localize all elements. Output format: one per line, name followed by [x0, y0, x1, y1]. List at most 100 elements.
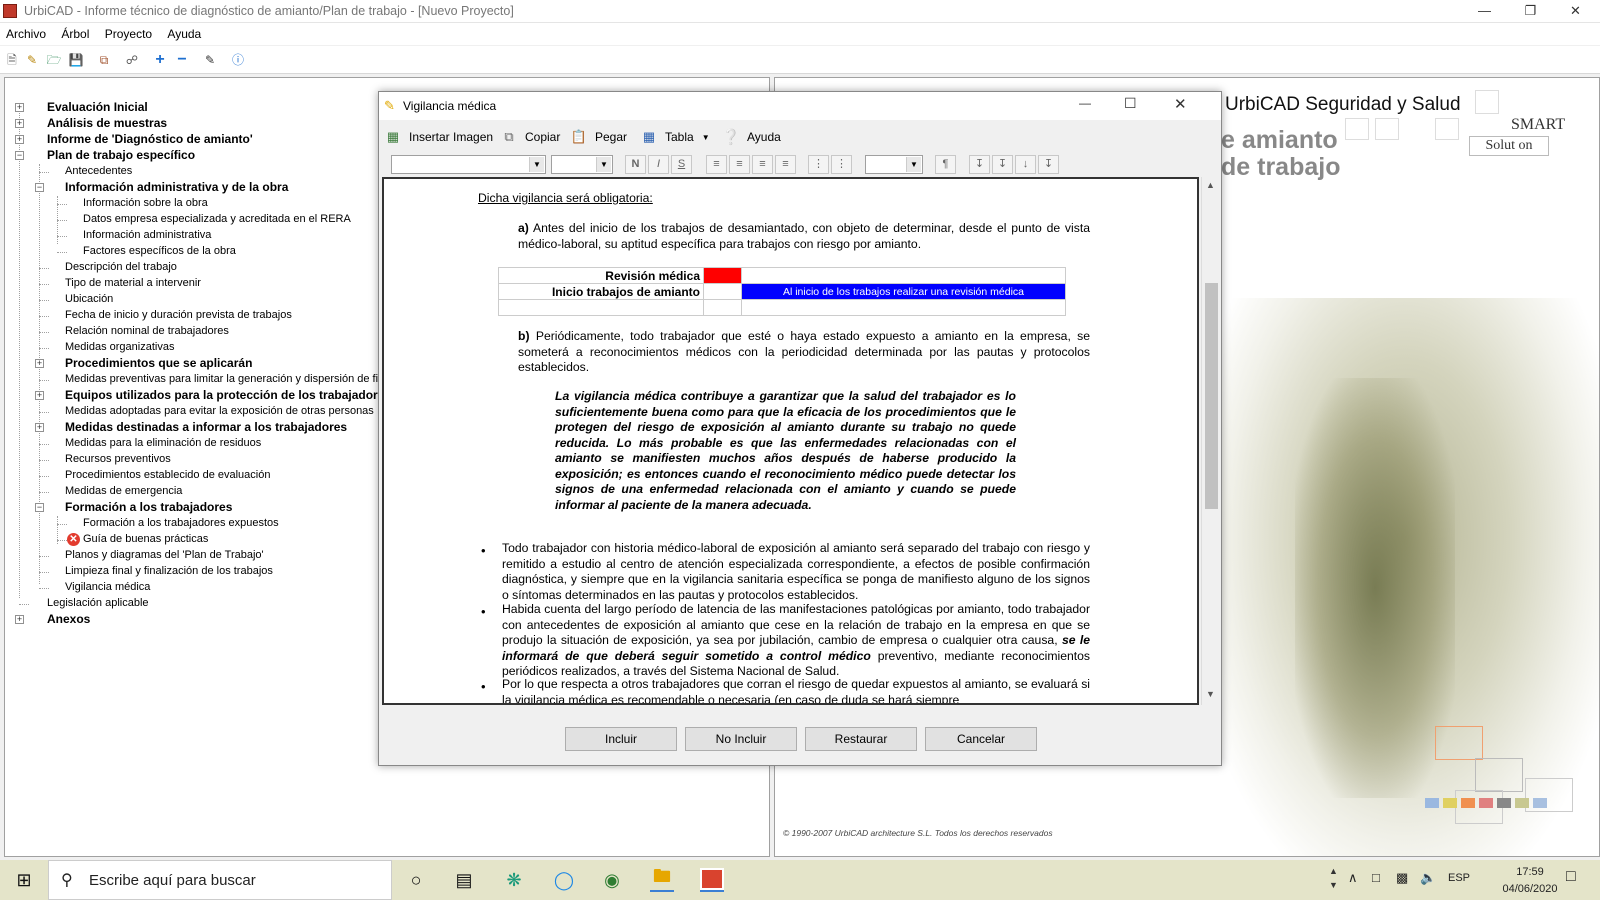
outdent-icon[interactable]: ↧	[992, 155, 1013, 174]
tree-expander[interactable]: −	[35, 183, 44, 192]
task-view-icon[interactable]: ▤	[452, 868, 476, 892]
language-indicator[interactable]: ESP	[1448, 872, 1470, 884]
italic-button[interactable]: I	[648, 155, 669, 174]
tree-expander[interactable]: +	[15, 135, 24, 144]
chevron-up-icon[interactable]: ∧	[1348, 870, 1358, 886]
save-icon[interactable]: 💾	[68, 52, 84, 68]
tree-expander[interactable]: +	[35, 359, 44, 368]
bullet-list-icon[interactable]: ⋮	[808, 155, 829, 174]
justify-icon[interactable]: ≡	[775, 155, 796, 174]
tree-expander[interactable]: +	[15, 119, 24, 128]
tree-item[interactable]: Procedimientos establecido de evaluación	[65, 468, 270, 482]
tree-item[interactable]: Evaluación Inicial	[47, 100, 148, 114]
scroll-thumb[interactable]	[1205, 283, 1218, 509]
underline-button[interactable]: S	[671, 155, 692, 174]
expand-icon[interactable]: +	[152, 52, 168, 68]
style-select[interactable]: ▼	[865, 155, 923, 174]
edit-doc-icon[interactable]: ✎	[202, 52, 218, 68]
scroll-down-icon[interactable]: ▼	[1206, 689, 1215, 699]
tree-item[interactable]: Formación a los trabajadores	[65, 500, 232, 514]
volume-icon[interactable]: 🔈	[1420, 870, 1436, 886]
tree-item[interactable]: Ubicación	[65, 292, 113, 306]
tree-item[interactable]: Información sobre la obra	[83, 196, 208, 210]
tree-item[interactable]: Procedimientos que se aplicarán	[65, 356, 252, 370]
document-editor[interactable]: Dicha vigilancia será obligatoria: a) An…	[382, 177, 1199, 705]
notifications-icon[interactable]: □	[1566, 868, 1576, 886]
align-left-icon[interactable]: ≡	[706, 155, 727, 174]
scroll-up-icon[interactable]: ▲	[1206, 180, 1215, 190]
bold-button[interactable]: N	[625, 155, 646, 174]
menu-ayuda[interactable]: Ayuda	[161, 23, 207, 41]
paste-button[interactable]: 📋 Pegar	[569, 126, 627, 148]
wizard-icon[interactable]: ✎	[24, 52, 40, 68]
tree-item[interactable]: Medidas preventivas para limitar la gene…	[65, 372, 399, 386]
copy-icon[interactable]: ⧉	[96, 52, 112, 68]
align-center-icon[interactable]: ≡	[729, 155, 750, 174]
tree-item[interactable]: Medidas de emergencia	[65, 484, 182, 498]
collapse-icon[interactable]: −	[174, 52, 190, 68]
tree-item[interactable]: Planos y diagramas del 'Plan de Trabajo'	[65, 548, 264, 562]
tree-expander[interactable]: +	[15, 615, 24, 624]
dialog-maximize-button[interactable]: ☐	[1124, 95, 1137, 112]
tree-item[interactable]: Medidas destinadas a informar a los trab…	[65, 420, 347, 434]
document-scrollbar[interactable]: ▲ ▼	[1201, 177, 1220, 705]
tree-item[interactable]: Factores específicos de la obra	[83, 244, 236, 258]
help-button[interactable]: ❔ Ayuda	[721, 126, 781, 148]
tree-item[interactable]: Medidas organizativas	[65, 340, 174, 354]
tree-item[interactable]: Anexos	[47, 612, 90, 626]
exclude-button[interactable]: No Incluir	[685, 727, 797, 751]
monitor-icon[interactable]: ▩	[1396, 870, 1408, 886]
tree-item[interactable]: Medidas para la eliminación de residuos	[65, 436, 261, 450]
restore-button[interactable]: ❐	[1508, 0, 1553, 23]
paragraph-icon[interactable]: ¶	[935, 155, 956, 174]
urbicad-taskbar-icon[interactable]	[700, 868, 724, 892]
font-size-select[interactable]: ▼	[551, 155, 613, 174]
menu-arbol[interactable]: Árbol	[55, 23, 95, 41]
taskbar-search[interactable]: ⚲ Escribe aquí para buscar	[48, 860, 392, 900]
tree-item[interactable]: Formación a los trabajadores expuestos	[83, 516, 279, 530]
tree-item[interactable]: Información administrativa y de la obra	[65, 180, 288, 194]
tree-item[interactable]: Descripción del trabajo	[65, 260, 177, 274]
tree-item[interactable]: Limpieza final y finalización de los tra…	[65, 564, 273, 578]
tree-item[interactable]: Antecedentes	[65, 164, 132, 178]
new-file-icon[interactable]: 🗎	[4, 52, 20, 68]
minimize-button[interactable]: —	[1462, 0, 1507, 23]
tree-item[interactable]: Relación nominal de trabajadores	[65, 324, 229, 338]
table-button[interactable]: ▦ Tabla ▼	[639, 126, 710, 148]
cancel-button[interactable]: Cancelar	[925, 727, 1037, 751]
tray-scroll[interactable]: ▲ ▼	[1329, 864, 1338, 892]
app-globe-icon[interactable]: ◉	[600, 868, 624, 892]
windows-start-icon[interactable]: ⊞	[12, 868, 36, 892]
tree-item[interactable]: Información administrativa	[83, 228, 211, 242]
tree-item[interactable]: Tipo de material a intervenir	[65, 276, 201, 290]
tree-item[interactable]: Medidas adoptadas para evitar la exposic…	[65, 404, 374, 418]
tree-expander[interactable]: −	[15, 151, 24, 160]
indent-icon[interactable]: ↧	[969, 155, 990, 174]
align-right-icon[interactable]: ≡	[752, 155, 773, 174]
tree-item[interactable]: Análisis de muestras	[47, 116, 167, 130]
app-star-icon[interactable]: ❋	[502, 868, 526, 892]
insert-image-button[interactable]: ▦ Insertar Imagen	[383, 126, 493, 148]
tree-item[interactable]: Informe de 'Diagnóstico de amianto'	[47, 132, 253, 146]
file-explorer-icon[interactable]: 🖿	[650, 866, 674, 892]
network-icon[interactable]: □	[1372, 870, 1380, 885]
tree-item[interactable]: Equipos utilizados para la protección de…	[65, 388, 391, 402]
copy-button[interactable]: ⧉ Copiar	[499, 126, 560, 148]
font-family-select[interactable]: ▼	[391, 155, 546, 174]
spacing-down-icon[interactable]: ↓	[1015, 155, 1036, 174]
link-icon[interactable]: ☍	[124, 52, 140, 68]
dialog-minimize-button[interactable]: —	[1079, 96, 1091, 110]
include-button[interactable]: Incluir	[565, 727, 677, 751]
menu-proyecto[interactable]: Proyecto	[99, 23, 158, 41]
tree-item[interactable]: Datos empresa especializada y acreditada…	[83, 212, 351, 226]
numbered-list-icon[interactable]: ⋮	[831, 155, 852, 174]
open-folder-icon[interactable]: 🗁	[46, 52, 62, 68]
tree-item[interactable]: Fecha de inicio y duración prevista de t…	[65, 308, 292, 322]
dialog-close-button[interactable]: ✕	[1174, 95, 1187, 113]
tree-expander[interactable]: +	[15, 103, 24, 112]
tree-item[interactable]: Legislación aplicable	[47, 596, 149, 610]
clock[interactable]: 17:59 04/06/2020	[1500, 864, 1560, 898]
close-button[interactable]: ✕	[1553, 0, 1598, 23]
tree-item[interactable]: Plan de trabajo específico	[47, 148, 195, 162]
tree-expander[interactable]: +	[35, 423, 44, 432]
